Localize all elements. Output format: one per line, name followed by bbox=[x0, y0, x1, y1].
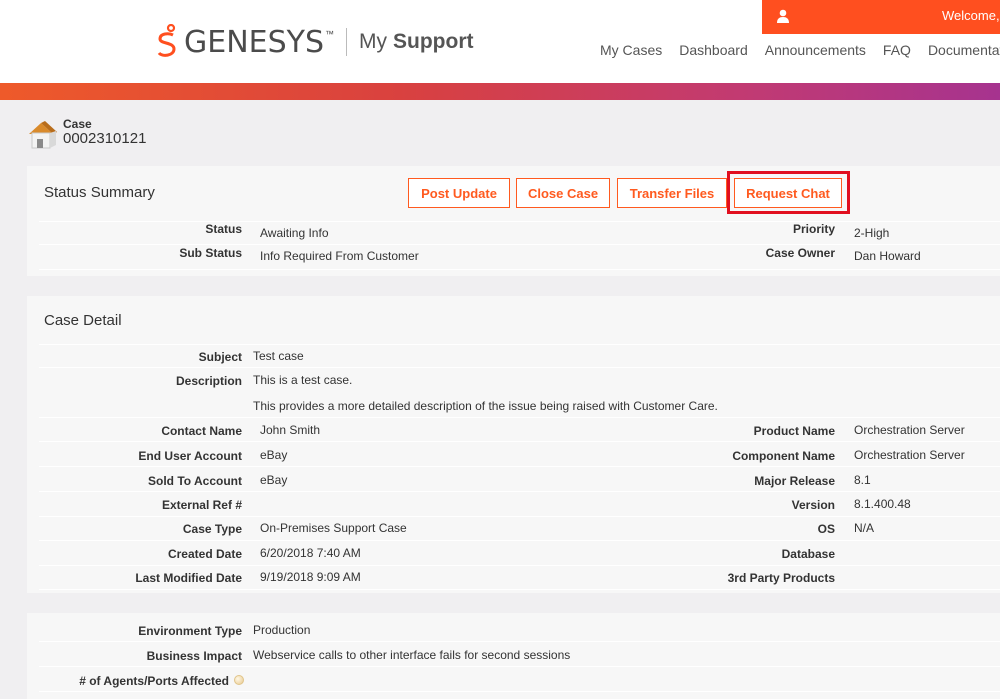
header-gradient-bar bbox=[0, 83, 1000, 100]
sub-status-label: Sub Status bbox=[179, 246, 242, 260]
os-value: N/A bbox=[854, 521, 875, 535]
detail-row: Contact Name John Smith Product Name Orc… bbox=[39, 418, 1000, 442]
contact-name-label: Contact Name bbox=[161, 424, 242, 438]
nav-dashboard[interactable]: Dashboard bbox=[679, 42, 748, 58]
status-value: Awaiting Info bbox=[260, 226, 329, 240]
nav-documentation[interactable]: Documentat bbox=[928, 42, 1000, 58]
subject-row: Subject Test case bbox=[39, 344, 1000, 368]
detail-row: End User Account eBay Component Name Orc… bbox=[39, 443, 1000, 467]
component-name-label: Component Name bbox=[732, 449, 835, 463]
environment-type-label: Environment Type bbox=[138, 624, 242, 638]
nav-faq[interactable]: FAQ bbox=[883, 42, 911, 58]
sub-status-row: Sub Status Info Required From Customer C… bbox=[39, 246, 1000, 270]
major-release-label: Major Release bbox=[754, 474, 835, 488]
nav-announcements[interactable]: Announcements bbox=[765, 42, 866, 58]
agents-ports-label: # of Agents/Ports Affected bbox=[79, 674, 229, 688]
logo-divider bbox=[346, 28, 348, 56]
info-icon[interactable] bbox=[234, 675, 244, 685]
genesys-logo-mark bbox=[157, 24, 176, 57]
case-owner-value: Dan Howard bbox=[854, 249, 921, 263]
description-line-1: This is a test case. bbox=[253, 373, 353, 387]
end-user-account-label: End User Account bbox=[138, 449, 242, 463]
case-type-value: On-Premises Support Case bbox=[260, 521, 407, 535]
site-header: Welcome, GENESYS ™ My Support My Cases D… bbox=[0, 0, 1000, 83]
logo-support: Support bbox=[393, 30, 474, 53]
subject-value: Test case bbox=[253, 349, 304, 363]
detail-row: Sold To Account eBay Major Release 8.1 bbox=[39, 468, 1000, 492]
major-release-value: 8.1 bbox=[854, 473, 871, 487]
case-owner-label: Case Owner bbox=[765, 246, 835, 260]
status-label: Status bbox=[205, 222, 242, 236]
product-name-value: Orchestration Server bbox=[854, 423, 965, 437]
request-chat-highlight bbox=[727, 171, 850, 214]
logo-wordmark: GENESYS bbox=[184, 24, 325, 60]
detail-row: Last Modified Date 9/19/2018 9:09 AM 3rd… bbox=[39, 566, 1000, 590]
version-value: 8.1.400.48 bbox=[854, 497, 911, 511]
case-house-icon bbox=[29, 121, 57, 149]
transfer-files-button[interactable]: Transfer Files bbox=[617, 178, 727, 208]
end-user-account-value: eBay bbox=[260, 448, 288, 462]
case-detail-title: Case Detail bbox=[44, 312, 122, 329]
genesys-logo[interactable]: GENESYS ™ My Support bbox=[156, 22, 474, 62]
product-name-label: Product Name bbox=[753, 424, 835, 438]
user-icon bbox=[777, 9, 789, 23]
case-number: 0002310121 bbox=[63, 130, 147, 147]
business-impact-value: Webservice calls to other interface fail… bbox=[253, 648, 571, 662]
description-row: Description This is a test case. This pr… bbox=[39, 369, 1000, 418]
description-line-2: This provides a more detailed descriptio… bbox=[253, 399, 718, 413]
created-date-value: 6/20/2018 7:40 AM bbox=[260, 546, 361, 560]
case-detail-panel: Case Detail Subject Test case Descriptio… bbox=[27, 296, 1000, 593]
sold-to-account-value: eBay bbox=[260, 473, 288, 487]
environment-panel: Environment Type Production Business Imp… bbox=[27, 613, 1000, 699]
created-date-label: Created Date bbox=[167, 547, 242, 561]
detail-row: Created Date 6/20/2018 7:40 AM Database bbox=[39, 542, 1000, 566]
sub-status-value: Info Required From Customer bbox=[260, 249, 419, 263]
sold-to-account-label: Sold To Account bbox=[148, 474, 242, 488]
version-label: Version bbox=[791, 498, 835, 512]
component-name-value: Orchestration Server bbox=[854, 448, 965, 462]
contact-name-value: John Smith bbox=[260, 423, 321, 437]
priority-label: Priority bbox=[792, 222, 835, 236]
last-modified-date-value: 9/19/2018 9:09 AM bbox=[260, 570, 361, 584]
welcome-bar[interactable]: Welcome, bbox=[762, 0, 1000, 34]
detail-row: External Ref # Version 8.1.400.48 bbox=[39, 493, 1000, 517]
external-ref-label: External Ref # bbox=[161, 498, 242, 512]
business-impact-row: Business Impact Webservice calls to othe… bbox=[39, 643, 1000, 667]
nav-my-cases[interactable]: My Cases bbox=[600, 42, 662, 58]
logo-my: My bbox=[359, 30, 388, 53]
main-nav: My Cases Dashboard Announcements FAQ Doc… bbox=[600, 42, 1000, 58]
business-impact-label: Business Impact bbox=[146, 649, 242, 663]
case-label: Case bbox=[63, 117, 92, 131]
welcome-text: Welcome, bbox=[942, 8, 1000, 23]
status-summary-title: Status Summary bbox=[44, 184, 155, 201]
priority-value: 2-High bbox=[854, 226, 890, 240]
detail-row: Case Type On-Premises Support Case OS N/… bbox=[39, 517, 1000, 541]
database-label: Database bbox=[781, 547, 835, 561]
os-label: OS bbox=[817, 522, 835, 536]
environment-type-value: Production bbox=[253, 623, 311, 637]
status-summary-panel: Status Summary Post Update Close Case Tr… bbox=[27, 166, 1000, 276]
logo-trademark: ™ bbox=[325, 29, 335, 39]
last-modified-date-label: Last Modified Date bbox=[135, 571, 242, 585]
environment-type-row: Environment Type Production bbox=[39, 618, 1000, 642]
status-row: Status Awaiting Info Priority 2-High bbox=[39, 221, 1000, 245]
close-case-button[interactable]: Close Case bbox=[516, 178, 610, 208]
agents-ports-row: # of Agents/Ports Affected bbox=[39, 668, 1000, 692]
case-type-label: Case Type bbox=[182, 522, 242, 536]
subject-label: Subject bbox=[198, 350, 242, 364]
third-party-products-label: 3rd Party Products bbox=[727, 571, 835, 585]
post-update-button[interactable]: Post Update bbox=[408, 178, 510, 208]
description-label: Description bbox=[175, 374, 242, 388]
